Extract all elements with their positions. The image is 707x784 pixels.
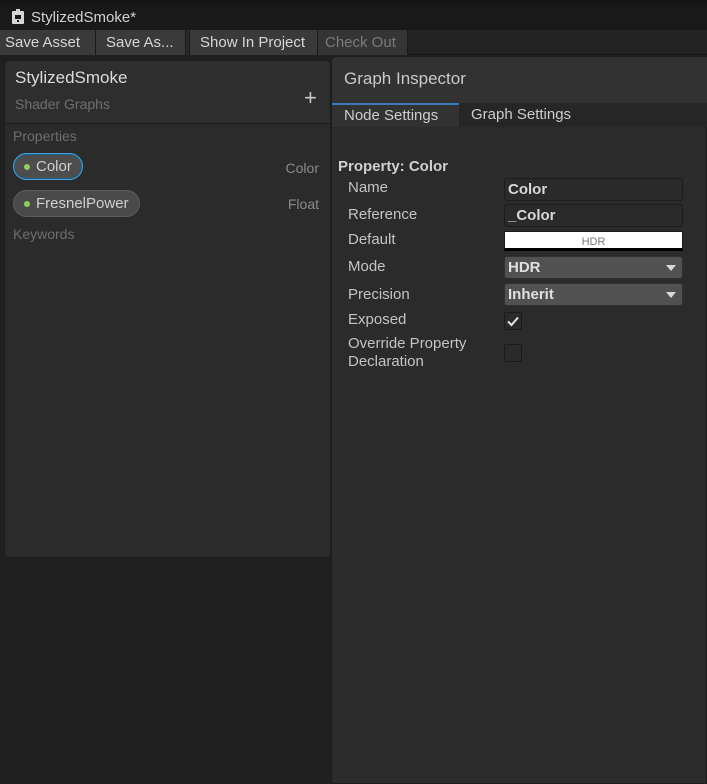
property-type: Float [287,196,319,212]
property-name: FresnelPower [36,195,129,212]
exposed-label: Exposed [348,311,407,328]
save-asset-button[interactable]: Save Asset [0,30,96,55]
mode-dropdown[interactable]: HDR [504,256,683,279]
default-label: Default [348,231,396,248]
exposed-dot-icon [24,163,30,170]
blackboard-panel: StylizedSmoke Shader Graphs + Properties… [4,60,331,558]
blackboard-subtitle: Shader Graphs [15,96,110,112]
chevron-down-icon [666,265,676,271]
precision-dropdown[interactable]: Inherit [504,283,683,306]
property-heading: Property: Color [338,158,449,175]
tab-graph-settings[interactable]: Graph Settings [459,103,594,127]
override-label-line2: Declaration [348,353,424,370]
inspector-title: Graph Inspector [344,69,466,88]
exposed-dot-icon [24,200,30,207]
properties-section-label: Properties [13,128,77,144]
show-in-project-button[interactable]: Show In Project [190,30,318,55]
chevron-down-icon [666,292,676,298]
name-label: Name [348,179,389,196]
default-color-field[interactable]: HDR [504,231,683,251]
override-label-line1: Override Property [348,335,467,352]
blackboard-title: StylizedSmoke [15,68,128,87]
shader-file-icon [12,9,24,24]
mode-label: Mode [348,258,386,275]
reference-field[interactable]: _Color [504,204,683,227]
check-out-button[interactable]: Check Out [318,30,408,55]
property-pill-color[interactable]: Color [13,153,83,180]
reference-label: Reference [348,206,418,223]
graph-inspector-panel: Graph Inspector Node Settings Graph Sett… [331,56,707,784]
tab-node-settings[interactable]: Node Settings [332,103,459,127]
property-pill-fresnelpower[interactable]: FresnelPower [13,190,140,217]
name-field[interactable]: Color [504,178,683,201]
keywords-section-label: Keywords [13,226,75,242]
property-name: Color [36,158,72,175]
hdr-badge: HDR [581,236,606,248]
exposed-checkbox[interactable] [504,312,522,330]
mode-value: HDR [508,259,541,276]
precision-value: Inherit [508,286,554,303]
window-title: StylizedSmoke* [31,9,137,26]
inspector-tab-bar: Node Settings Graph Settings [332,103,707,127]
property-type: Color [285,160,319,176]
precision-label: Precision [348,286,410,303]
checkmark-icon [507,316,519,327]
toolbar: Save Asset Save As... Show In Project Ch… [0,30,707,55]
plus-icon[interactable]: + [304,87,317,109]
override-checkbox[interactable] [504,344,522,362]
save-as-button[interactable]: Save As... [96,30,186,55]
